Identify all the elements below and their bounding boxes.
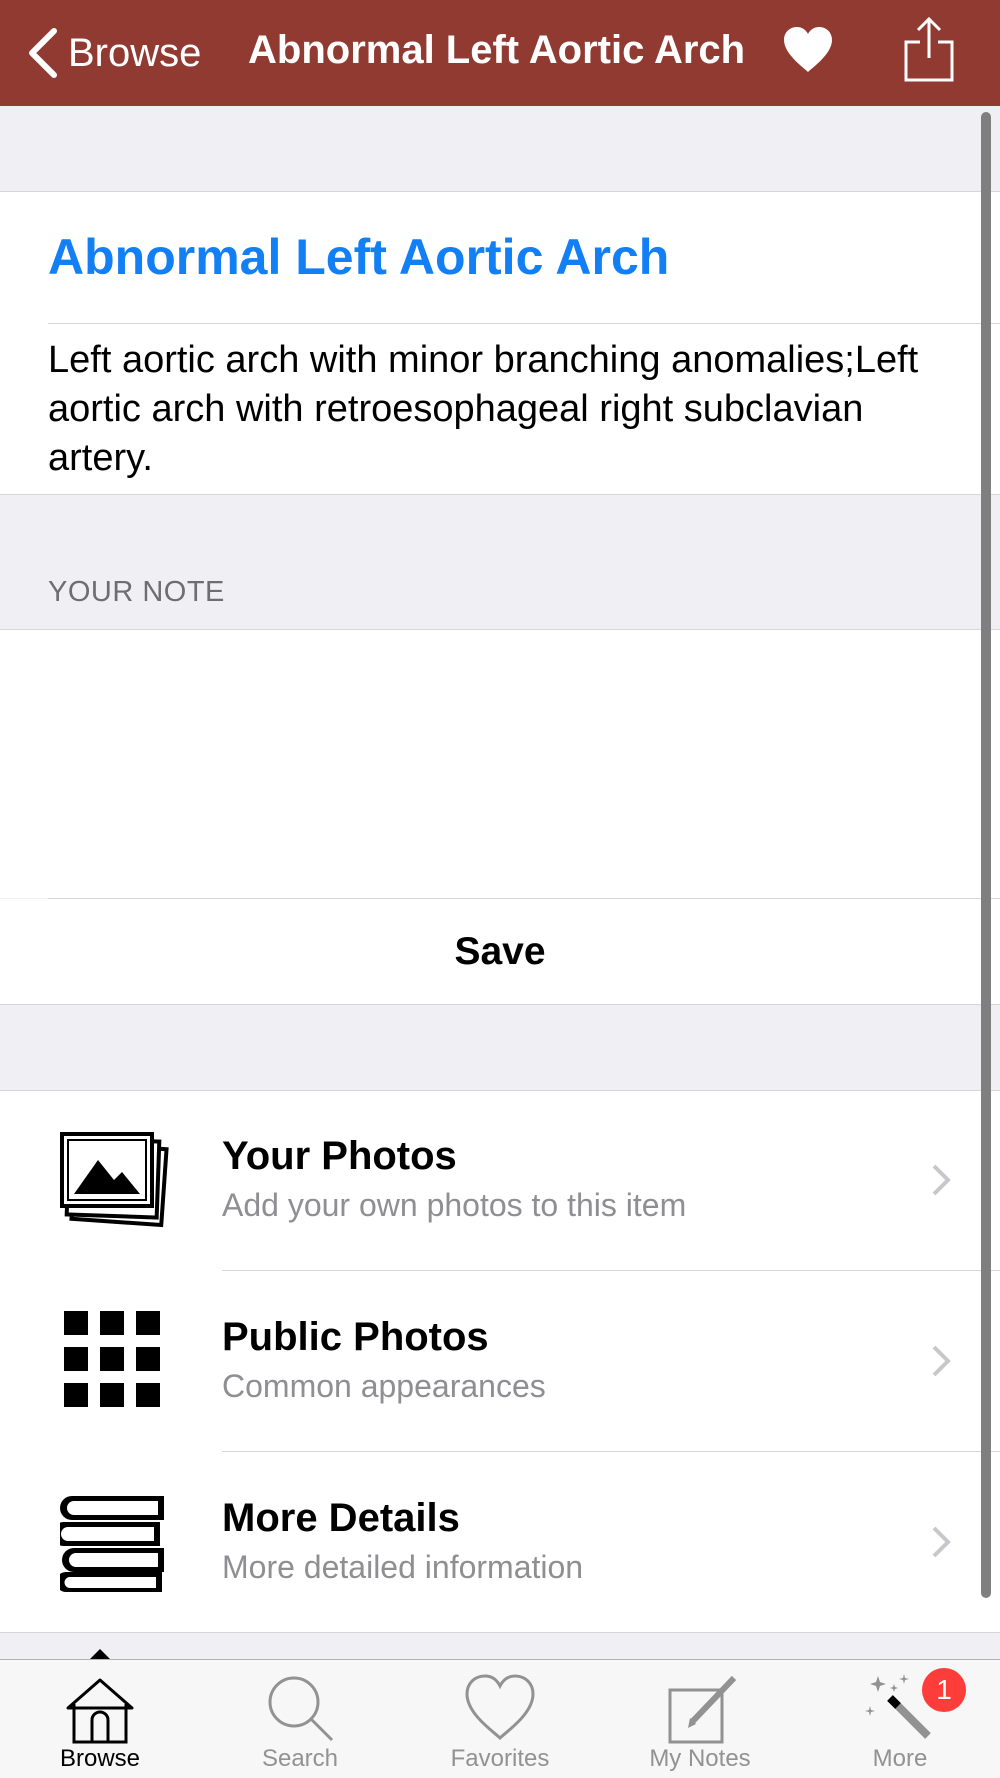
photo-stack-icon	[60, 1132, 169, 1228]
save-button[interactable]: Save	[0, 899, 1000, 1004]
divider	[0, 191, 1000, 192]
chevron-right-icon	[932, 1164, 951, 1196]
chevron-right-icon	[932, 1526, 951, 1558]
search-icon	[268, 1676, 334, 1742]
row-title: Public Photos	[222, 1315, 489, 1359]
heart-icon[interactable]	[782, 26, 834, 74]
divider	[0, 1632, 1000, 1633]
books-icon	[60, 1496, 164, 1592]
tab-favorites[interactable]: Favorites	[400, 1660, 600, 1778]
note-section-header: YOUR NOTE	[48, 576, 225, 608]
your-photos-row[interactable]: Your Photos Add your own photos to this …	[0, 1090, 1000, 1270]
nav-title: Abnormal Left Aortic Arch	[248, 28, 746, 72]
divider	[0, 494, 1000, 495]
notification-badge: 1	[922, 1668, 966, 1712]
item-description: Left aortic arch with minor branching an…	[48, 339, 919, 479]
chevron-right-icon	[932, 1345, 951, 1377]
row-subtitle: Add your own photos to this item	[222, 1187, 687, 1223]
tab-label: My Notes	[649, 1745, 751, 1772]
tab-search[interactable]: Search	[200, 1660, 400, 1778]
tab-bar: Browse Search Favorites My Notes 1 More	[0, 1659, 1000, 1778]
more-details-row[interactable]: More Details More detailed information	[0, 1452, 1000, 1632]
tab-label: Favorites	[450, 1745, 550, 1772]
back-button[interactable]: Browse	[26, 24, 201, 82]
back-label: Browse	[68, 30, 202, 75]
row-subtitle: More detailed information	[222, 1549, 584, 1585]
scroll-indicator[interactable]	[981, 112, 991, 1598]
row-title: More Details	[222, 1496, 460, 1540]
chevron-left-icon	[29, 28, 57, 78]
note-edit-icon	[668, 1675, 736, 1744]
item-title: Abnormal Left Aortic Arch	[48, 229, 670, 285]
public-photos-row[interactable]: Public Photos Common appearances	[0, 1271, 1000, 1451]
divider	[0, 1004, 1000, 1005]
divider	[48, 323, 1000, 324]
row-subtitle: Common appearances	[222, 1368, 546, 1404]
screen: Browse Abnormal Left Aortic Arch Abnorma…	[0, 0, 1000, 1778]
tab-label: Browse	[59, 1745, 141, 1772]
tab-browse[interactable]: Browse	[0, 1660, 200, 1778]
share-icon[interactable]	[902, 16, 956, 84]
tab-my-notes[interactable]: My Notes	[600, 1660, 800, 1778]
tab-label: More	[872, 1745, 928, 1772]
tab-more[interactable]: 1 More	[800, 1660, 1000, 1778]
grid-icon	[64, 1311, 160, 1407]
home-icon	[66, 1678, 134, 1744]
row-title: Your Photos	[222, 1134, 457, 1178]
tab-label: Search	[261, 1745, 339, 1772]
heart-outline-icon	[465, 1674, 535, 1741]
note-field[interactable]	[0, 630, 1000, 898]
navigation-bar: Browse Abnormal Left Aortic Arch	[0, 0, 1000, 106]
